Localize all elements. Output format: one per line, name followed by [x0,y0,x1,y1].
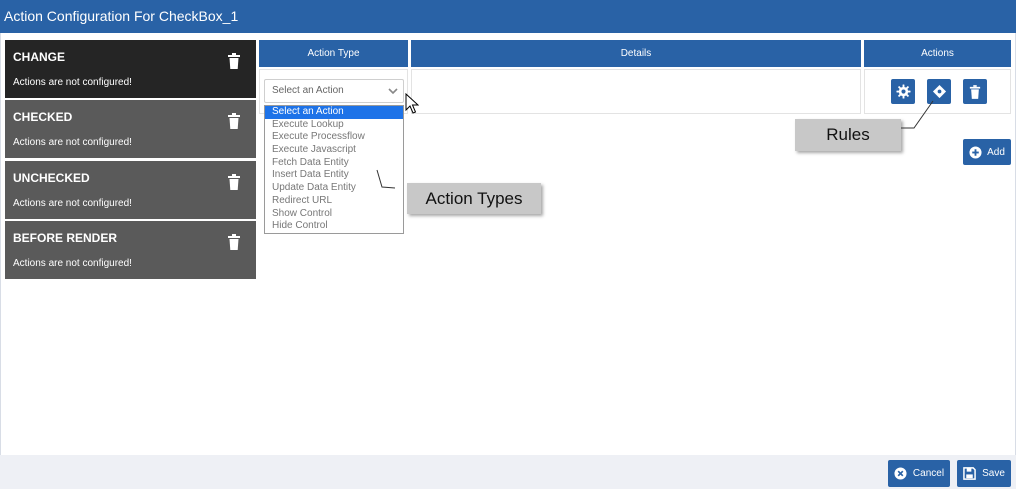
event-title: BEFORE RENDER [13,231,118,245]
add-button[interactable]: Add [963,139,1011,165]
trash-icon[interactable] [227,113,241,129]
save-button[interactable]: Save [957,460,1011,487]
event-title: CHECKED [13,110,73,124]
cancel-label: Cancel [912,468,945,479]
save-icon [963,467,976,480]
header-actions: Actions [864,40,1011,67]
dialog-footer [0,455,1016,489]
header-action-type: Action Type [259,40,408,67]
callout-action-types: Action Types [407,183,541,214]
event-status: Actions are not configured! [13,258,132,269]
trash-icon[interactable] [227,174,241,190]
trash-icon [969,84,981,99]
plus-circle-icon [969,145,982,159]
add-label: Add [987,146,1005,158]
event-panel-before-render[interactable]: BEFORE RENDER Actions are not configured… [5,221,256,279]
event-panel-unchecked[interactable]: UNCHECKED Actions are not configured! [5,161,256,219]
action-type-select[interactable]: Select an Action [264,79,404,103]
event-title: UNCHECKED [13,171,90,185]
trash-icon[interactable] [227,53,241,69]
event-panel-change[interactable]: CHANGE Actions are not configured! [5,40,256,98]
rules-diamond-icon [932,84,946,99]
select-value: Select an Action [272,85,344,96]
callout-rules: Rules [795,119,901,151]
settings-button[interactable] [891,79,915,104]
save-label: Save [982,468,1005,479]
option-redirect-url[interactable]: Redirect URL [265,195,403,208]
option-select-an-action[interactable]: Select an Action [265,106,403,119]
option-execute-lookup[interactable]: Execute Lookup [265,119,403,132]
option-execute-processflow[interactable]: Execute Processflow [265,131,403,144]
option-show-control[interactable]: Show Control [265,208,403,221]
action-type-dropdown: Select an Action Execute Lookup Execute … [264,105,404,234]
option-execute-javascript[interactable]: Execute Javascript [265,144,403,157]
option-hide-control[interactable]: Hide Control [265,220,403,233]
delete-action-button[interactable] [963,79,987,104]
option-insert-data-entity[interactable]: Insert Data Entity [265,169,403,182]
header-details: Details [411,40,861,67]
rules-button[interactable] [927,79,951,104]
window-title: Action Configuration For CheckBox_1 [0,0,1016,33]
gear-icon [895,84,911,99]
cell-details [411,69,861,114]
option-update-data-entity[interactable]: Update Data Entity [265,182,403,195]
event-panel-checked[interactable]: CHECKED Actions are not configured! [5,100,256,158]
event-status: Actions are not configured! [13,137,132,148]
event-status: Actions are not configured! [13,198,132,209]
trash-icon[interactable] [227,234,241,250]
option-fetch-data-entity[interactable]: Fetch Data Entity [265,157,403,170]
event-status: Actions are not configured! [13,77,132,88]
chevron-down-icon [388,88,398,95]
mouse-cursor-icon [405,93,419,114]
close-circle-icon [894,467,907,480]
event-title: CHANGE [13,50,66,64]
cancel-button[interactable]: Cancel [888,460,950,487]
